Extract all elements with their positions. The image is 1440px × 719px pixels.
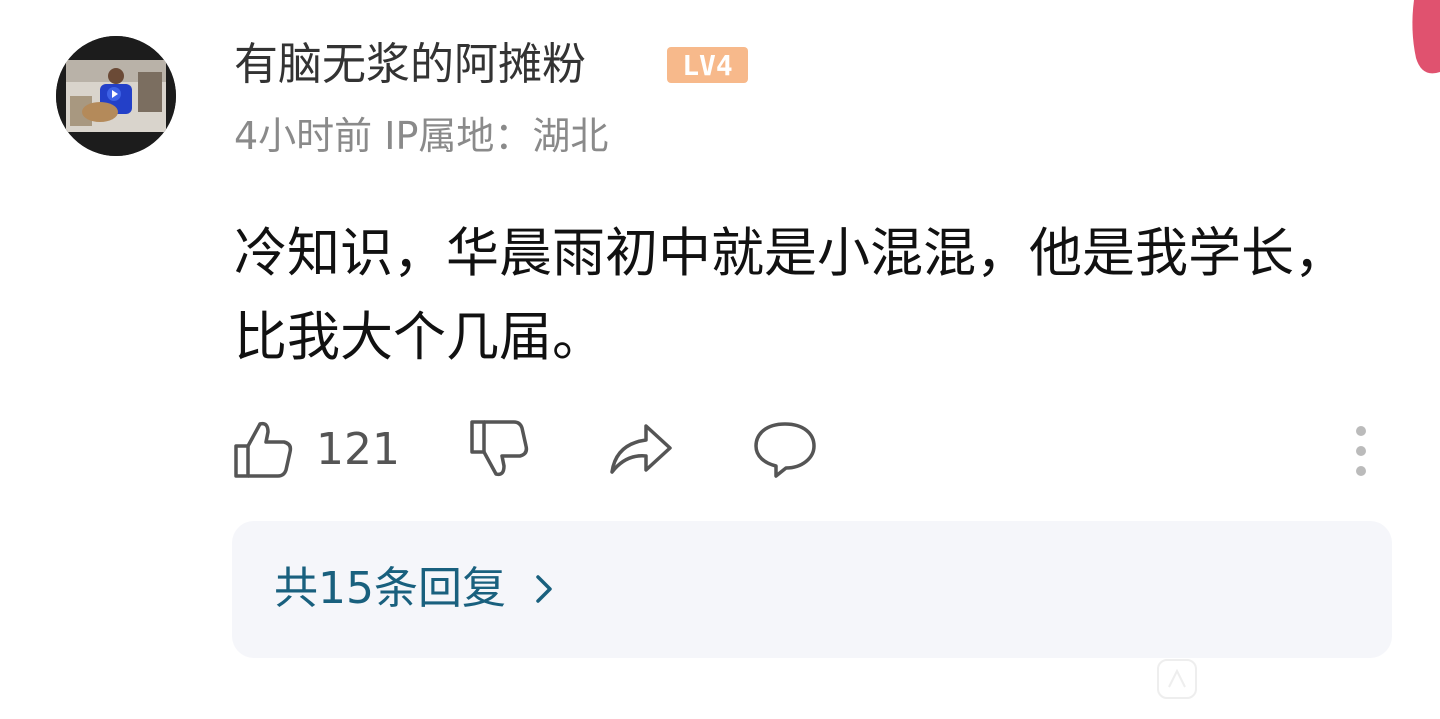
reply-count-text: 共15条回复 <box>274 563 506 614</box>
corner-accent-mark <box>1400 0 1440 80</box>
level-badge-text: LV4 <box>682 49 733 82</box>
comment-card: 有脑无浆的阿摊粉 LV4 4小时前 IP属地：湖北 冷知识，华晨雨初中就是小混混… <box>0 0 1440 719</box>
thumbs-up-icon[interactable] <box>232 418 294 484</box>
avatar[interactable] <box>56 36 176 156</box>
watermark-icon <box>1155 657 1199 701</box>
username[interactable]: 有脑无浆的阿摊粉 <box>234 36 586 94</box>
like-count: 121 <box>316 424 400 475</box>
more-vertical-icon[interactable] <box>1350 425 1372 477</box>
comment-bubble-icon[interactable] <box>752 418 818 484</box>
level-badge: LV4 <box>667 47 748 83</box>
thumbs-down-icon[interactable] <box>468 418 530 484</box>
share-icon[interactable] <box>608 418 674 484</box>
post-meta: 4小时前 IP属地：湖北 <box>234 114 609 158</box>
replies-link[interactable]: 共15条回复 <box>232 521 1392 658</box>
comment-text: 冷知识，华晨雨初中就是小混混，他是我学长，比我大个几届。 <box>234 223 1347 368</box>
chevron-right-icon <box>534 573 554 605</box>
